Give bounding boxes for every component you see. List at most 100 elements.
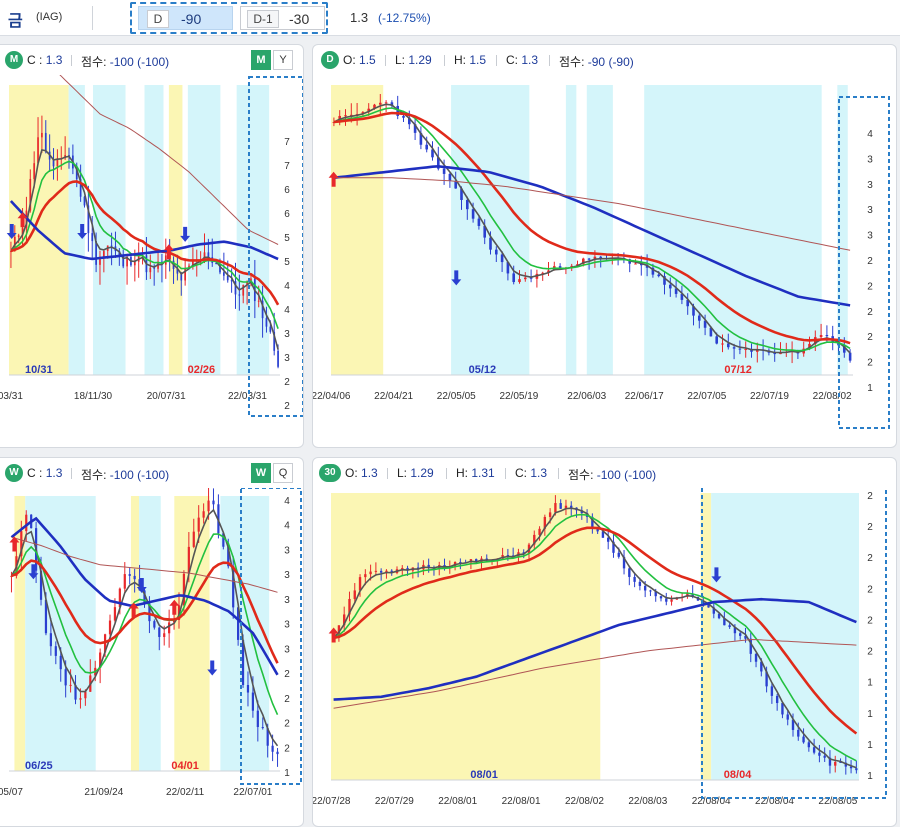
y-tick-label: 2 — [867, 358, 873, 369]
instrument-title: 금 — [8, 13, 23, 30]
candle-body — [168, 622, 171, 634]
candle-body — [512, 273, 516, 283]
candle-body — [384, 102, 388, 104]
candle-body — [102, 251, 105, 257]
candle-body — [834, 762, 837, 766]
candle-body — [358, 577, 362, 591]
daily-candlestick-chart[interactable]: 05/12 07/12 22/04/06 22/04/21 22/05/05 22/05/… — [313, 75, 897, 448]
candle-body — [775, 695, 779, 704]
candle-body — [41, 132, 43, 138]
monthly-toggle-button[interactable]: M — [251, 50, 271, 70]
candle-body — [277, 350, 279, 367]
quarterly-toggle-button[interactable]: Q — [273, 463, 293, 483]
high-readout: H: 1.31 — [456, 466, 495, 480]
y-tick-label: 2 — [867, 307, 873, 318]
highlight-band — [139, 496, 161, 771]
y-tick-label: 2 — [867, 491, 873, 502]
y-tick-label: 2 — [867, 281, 873, 292]
highlight-band — [331, 85, 384, 375]
candle-body — [158, 627, 161, 637]
divider — [71, 468, 72, 479]
y-tick-label: 2 — [867, 332, 873, 343]
highlight-band — [565, 85, 577, 375]
current-price: 1.3 — [350, 10, 369, 25]
divider — [496, 55, 497, 66]
highlight-band — [220, 496, 270, 771]
y-tick-label: 3 — [284, 570, 290, 581]
period-badge: M — [5, 51, 23, 69]
candle-body — [25, 514, 28, 532]
period-marker: 02/26 — [188, 364, 216, 376]
candle-body — [819, 335, 823, 338]
y-tick-label: 3 — [867, 205, 873, 216]
x-tick-label: 22/07/28 — [313, 796, 351, 807]
x-tick-label: 20/07/31 — [147, 391, 186, 402]
y-tick-label: 2 — [867, 615, 873, 626]
score-readout: 점수: -100 (-100) — [81, 468, 170, 482]
divider — [71, 55, 72, 66]
highlight-band — [187, 85, 221, 375]
x-tick-label: /05/07 — [0, 787, 23, 798]
x-tick-label: 22/08/04 — [755, 796, 794, 807]
y-tick-label: 7 — [284, 161, 290, 172]
x-tick-label: 22/05/19 — [499, 391, 538, 402]
divider — [387, 468, 388, 479]
highlight-band — [144, 85, 164, 375]
x-tick-label: 21/09/24 — [84, 787, 123, 798]
y-tick-label: 4 — [284, 521, 290, 532]
period-badge: 30 — [319, 464, 341, 482]
x-tick-label: 22/08/03 — [628, 796, 667, 807]
candle-body — [715, 336, 719, 344]
candle-body — [44, 132, 47, 152]
candle-body — [59, 655, 62, 670]
candle-body — [79, 698, 82, 700]
highlight-band — [14, 496, 26, 771]
d1-signal-button[interactable]: D-1 -30 — [240, 6, 325, 30]
close-readout: C: 1.3 — [506, 53, 539, 67]
open-readout: O: 1.3 — [345, 466, 378, 480]
candle-body — [251, 692, 255, 711]
candle-body — [797, 729, 800, 737]
d-value: -90 — [181, 11, 202, 27]
candle-body — [402, 115, 405, 118]
candle-body — [442, 168, 446, 174]
high-readout: H: 1.5 — [454, 53, 487, 67]
candle-body — [184, 268, 187, 281]
y-tick-label: 3 — [867, 180, 873, 191]
candle-body — [786, 714, 789, 720]
weekly-chart-panel: W C : 1.3 점수: -100 (-100) W Q 06/25 04/01… — [0, 457, 304, 827]
candle-body — [855, 768, 858, 771]
score-readout: 점수: -90 (-90) — [559, 55, 634, 69]
y-tick-label: 6 — [284, 185, 290, 196]
divider — [92, 6, 93, 30]
weekly-toggle-button[interactable]: W — [251, 463, 271, 483]
candle-body — [643, 585, 647, 591]
candle-body — [17, 235, 20, 237]
candle-body — [192, 531, 195, 547]
y-tick-label: 3 — [284, 595, 290, 606]
close-readout: C: 1.3 — [515, 466, 548, 480]
candle-body — [554, 503, 557, 513]
y-tick-label: 2 — [284, 743, 290, 754]
panel-header: M C : 1.3 점수: -100 (-100) M Y — [0, 45, 303, 75]
monthly-candlestick-chart[interactable]: 10/31 02/26/03/31 18/11/30 20/07/31 22/03/31… — [0, 75, 304, 448]
highlight-band — [168, 85, 183, 375]
candle-body — [257, 300, 260, 302]
yearly-toggle-button[interactable]: Y — [273, 50, 293, 70]
candle-body — [754, 653, 758, 662]
price-change: (-12.75%) — [378, 11, 431, 25]
candle-body — [364, 574, 367, 578]
low-readout: L: 1.29 — [395, 53, 432, 67]
x-tick-label: 22/06/17 — [625, 391, 664, 402]
30min-candlestick-chart[interactable]: 08/01 08/04 22/07/28 22/07/29 22/08/01 22/08/… — [313, 488, 897, 827]
d-signal-button[interactable]: D -90 — [138, 6, 233, 30]
x-tick-label: 22/04/21 — [374, 391, 413, 402]
candle-body — [91, 233, 94, 242]
candle-body — [369, 571, 372, 575]
weekly-candlestick-chart[interactable]: 06/25 04/01/05/07 21/09/24 22/02/11 22/07/01… — [0, 488, 304, 827]
candle-body — [226, 275, 229, 281]
y-tick-label: 5 — [284, 233, 290, 244]
y-tick-label: 2 — [867, 256, 873, 267]
x-tick-label: 22/04/06 — [313, 391, 351, 402]
y-tick-label: 2 — [284, 694, 290, 705]
